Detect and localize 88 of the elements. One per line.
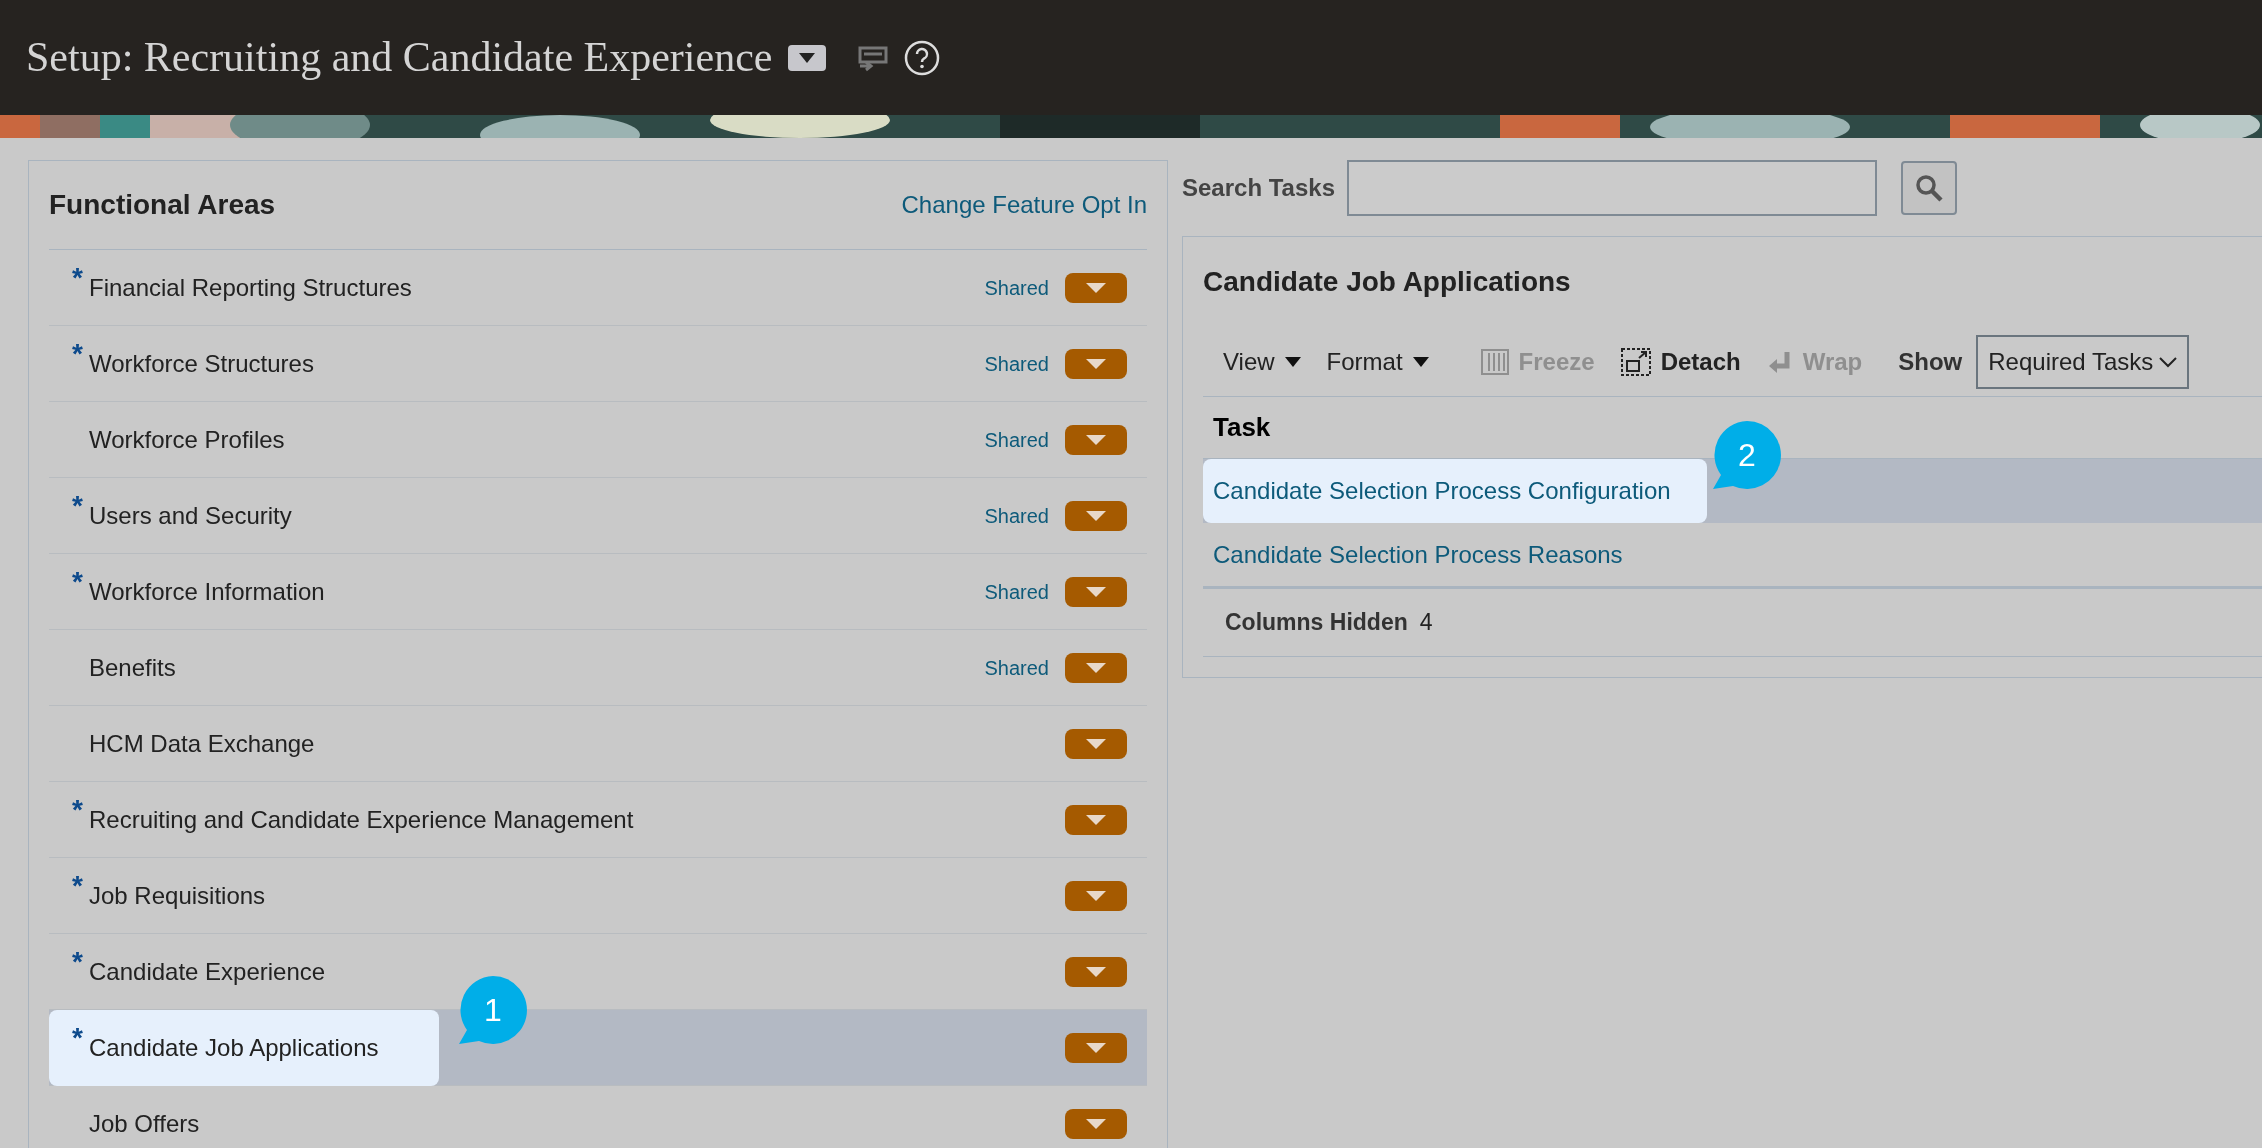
- caret-icon: [1086, 890, 1106, 901]
- area-row[interactable]: Job Offers: [49, 1086, 1147, 1148]
- required-asterisk: *: [72, 339, 83, 368]
- shared-label: Shared: [984, 655, 1049, 681]
- column-header: Task: [1213, 411, 1271, 444]
- area-row[interactable]: * Financial Reporting Structures Shared: [49, 250, 1147, 326]
- required-asterisk: *: [72, 795, 83, 824]
- area-dropdown-button[interactable]: [1065, 1108, 1127, 1139]
- shared-label: Shared: [984, 579, 1049, 605]
- area-dropdown-button[interactable]: [1065, 880, 1127, 911]
- caret-icon: [1086, 1042, 1106, 1053]
- caret-icon: [1284, 356, 1301, 367]
- caret-icon: [1412, 356, 1429, 367]
- callout-badge: 1: [457, 974, 529, 1046]
- area-dropdown-button[interactable]: [1065, 348, 1127, 379]
- area-row[interactable]: Workforce Profiles Shared: [49, 402, 1147, 478]
- search-field[interactable]: [1347, 160, 1877, 216]
- columns-hidden-label: Columns Hidden: [1225, 608, 1408, 638]
- change-feature-link[interactable]: Change Feature Opt In: [901, 187, 1147, 223]
- area-row[interactable]: * Job Requisitions: [49, 858, 1147, 934]
- toolbar-button[interactable]: Format: [1326, 343, 1429, 380]
- area-dropdown-button[interactable]: [1065, 576, 1127, 607]
- area-label: Job Requisitions: [89, 880, 266, 911]
- required-asterisk: *: [72, 263, 83, 292]
- show-select[interactable]: Required Tasks: [1976, 334, 2190, 389]
- toolbar-button[interactable]: Detach: [1620, 343, 1741, 380]
- search-label: Search Tasks: [1182, 173, 1335, 203]
- caret-icon: [1086, 586, 1106, 597]
- area-label: Workforce Structures: [89, 348, 314, 379]
- area-label: Workforce Information: [89, 576, 325, 607]
- required-asterisk: *: [72, 871, 83, 900]
- area-row[interactable]: * Workforce Structures Shared: [49, 326, 1147, 402]
- caret-icon: [1086, 434, 1106, 445]
- shared-label: Shared: [984, 351, 1049, 377]
- area-label: Financial Reporting Structures: [89, 272, 412, 303]
- help-icon[interactable]: [904, 39, 941, 76]
- shared-label: Shared: [984, 427, 1049, 453]
- show-label: Show: [1898, 346, 1963, 377]
- shared-label: Shared: [984, 275, 1049, 301]
- area-label: Job Offers: [89, 1108, 200, 1139]
- caret-icon: [1086, 282, 1106, 293]
- page-title: Setup: Recruiting and Candidate Experience: [26, 33, 773, 82]
- panel-title: Functional Areas: [49, 188, 276, 222]
- area-dropdown-button[interactable]: [1065, 424, 1127, 455]
- search-icon: [1915, 174, 1943, 202]
- area-row[interactable]: Benefits Shared: [49, 630, 1147, 706]
- area-label: Candidate Job Applications: [89, 1032, 379, 1063]
- area-dropdown-button[interactable]: [1065, 804, 1127, 835]
- search-button[interactable]: [1901, 161, 1957, 215]
- caret-icon: [1086, 738, 1106, 749]
- area-dropdown-button[interactable]: [1065, 1032, 1127, 1063]
- area-row[interactable]: * Recruiting and Candidate Experience Management: [49, 782, 1147, 858]
- caret-icon: [1086, 662, 1106, 673]
- area-label: Workforce Profiles: [89, 424, 285, 455]
- caret-icon: [799, 52, 816, 63]
- area-label: HCM Data Exchange: [89, 728, 315, 759]
- caret-icon: [1086, 966, 1106, 977]
- area-dropdown-button[interactable]: [1065, 956, 1127, 987]
- area-label: Benefits: [89, 652, 176, 683]
- caret-icon: [1086, 358, 1106, 369]
- detach-icon: [1620, 347, 1651, 376]
- caret-icon: [1086, 510, 1106, 521]
- required-asterisk: *: [72, 1023, 83, 1052]
- tasks-title: Candidate Job Applications: [1203, 265, 1571, 299]
- required-asterisk: *: [72, 947, 83, 976]
- area-row[interactable]: * Users and Security Shared: [49, 478, 1147, 554]
- caret-icon: [1086, 814, 1106, 825]
- task-row[interactable]: Candidate Selection Process Reasons: [1203, 523, 2262, 587]
- columns-icon: [1480, 348, 1509, 375]
- callout-badge: 2: [1711, 419, 1783, 491]
- area-row[interactable]: * Workforce Information Shared: [49, 554, 1147, 630]
- caret-icon: [1086, 1118, 1106, 1129]
- area-label: Candidate Experience: [89, 956, 326, 987]
- area-dropdown-button[interactable]: [1065, 652, 1127, 683]
- title-dropdown-button[interactable]: [788, 44, 827, 71]
- columns-hidden-count: 4: [1419, 608, 1433, 638]
- area-label: Users and Security: [89, 500, 292, 531]
- shared-label: Shared: [984, 503, 1049, 529]
- required-asterisk: *: [72, 567, 83, 596]
- area-label: Recruiting and Candidate Experience Management: [89, 804, 634, 835]
- required-asterisk: *: [72, 491, 83, 520]
- area-dropdown-button[interactable]: [1065, 500, 1127, 531]
- chevron-down-icon: [2159, 355, 2178, 368]
- area-row[interactable]: HCM Data Exchange: [49, 706, 1147, 782]
- toolbar-button[interactable]: View: [1223, 343, 1301, 380]
- task-link[interactable]: Candidate Selection Process Reasons: [1213, 536, 1623, 573]
- area-dropdown-button[interactable]: [1065, 272, 1127, 303]
- area-dropdown-button[interactable]: [1065, 728, 1127, 759]
